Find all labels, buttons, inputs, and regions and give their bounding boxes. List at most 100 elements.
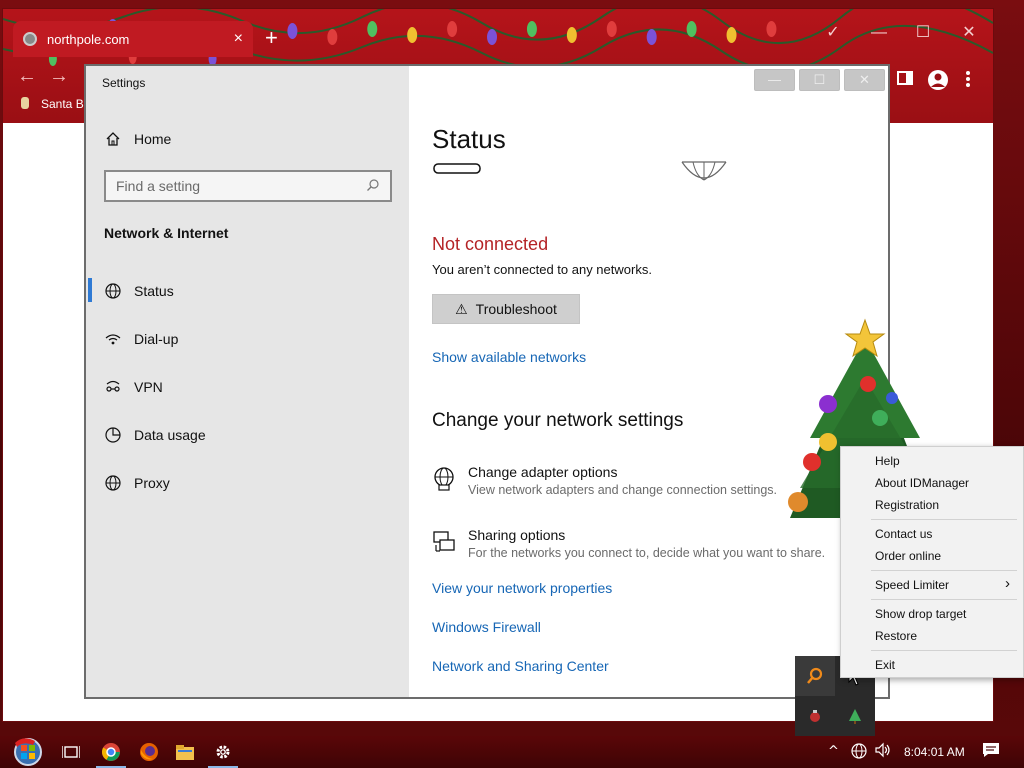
taskbar: ^ 8:04:01 AM [0, 736, 1024, 768]
settings-close-button[interactable]: ✕ [844, 69, 885, 91]
sharing-options[interactable]: Sharing options For the networks you con… [432, 527, 825, 560]
folder-icon [176, 745, 194, 760]
troubleshoot-button[interactable]: ⚠ Troubleshoot [432, 294, 580, 324]
taskbar-file-explorer[interactable] [166, 736, 204, 768]
tab-close-icon[interactable]: × [234, 30, 243, 48]
bookmark-icon [21, 97, 29, 109]
taskbar-firefox[interactable] [130, 736, 168, 768]
menu-separator [871, 519, 1017, 520]
sidebar-item-label: Dial-up [134, 331, 179, 347]
browser-maximize-button[interactable]: ☐ [901, 17, 945, 49]
chrome-icon [101, 743, 120, 761]
browser-tab-title: northpole.com [47, 31, 130, 47]
search-placeholder: Find a setting [116, 178, 201, 194]
browser-check-icon[interactable]: ✓ [811, 17, 855, 49]
forward-button[interactable]: → [49, 65, 69, 88]
bookmark-item[interactable]: Santa Bo [21, 97, 90, 111]
start-orb-icon [14, 738, 42, 766]
page-title: Status [432, 124, 506, 154]
settings-maximize-button[interactable]: ☐ [799, 69, 840, 91]
sidebar-item-home[interactable]: Home [104, 130, 171, 148]
settings-minimize-button[interactable]: — [754, 69, 795, 91]
browser-close-button[interactable]: ✕ [947, 17, 991, 49]
sidebar-item-proxy[interactable]: Proxy [104, 474, 170, 492]
menu-item-show-drop-target[interactable]: Show drop target [875, 607, 966, 621]
menu-item-restore[interactable]: Restore [875, 629, 917, 643]
home-icon [104, 130, 122, 148]
sharing-icon [432, 529, 458, 555]
taskbar-clock[interactable]: 8:04:01 AM [904, 745, 965, 759]
menu-item-speed-limiter[interactable]: Speed Limiter [875, 578, 949, 592]
firefox-icon [140, 743, 158, 761]
section-heading: Change your network settings [432, 410, 684, 431]
new-tab-button[interactable]: + [265, 25, 278, 51]
start-button[interactable] [8, 736, 48, 768]
menu-item-registration[interactable]: Registration [875, 498, 939, 512]
tree-tray-icon[interactable] [835, 696, 875, 736]
connection-status: Not connected [432, 234, 549, 254]
back-button[interactable]: ← [17, 65, 37, 88]
globe-network-icon [104, 282, 122, 300]
profile-avatar-icon[interactable] [927, 69, 949, 96]
task-view-button[interactable] [52, 736, 90, 768]
vpn-icon [104, 378, 122, 396]
find-setting-input[interactable]: Find a setting [104, 170, 392, 202]
sidebar-item-status[interactable]: Status [104, 282, 174, 300]
menu-separator [871, 650, 1017, 651]
sidebar-item-dial-up[interactable]: Dial-up [104, 330, 178, 348]
network-sharing-center-link[interactable]: Network and Sharing Center [432, 658, 609, 674]
option-description: For the networks you connect to, decide … [468, 546, 826, 560]
gear-icon [216, 745, 230, 759]
option-title: Change adapter options [468, 464, 618, 480]
menu-separator [871, 599, 1017, 600]
volume-icon[interactable] [874, 742, 892, 762]
globe-icon [104, 474, 122, 492]
view-network-properties-link[interactable]: View your network properties [432, 580, 612, 596]
menu-separator [871, 570, 1017, 571]
show-available-networks-link[interactable]: Show available networks [432, 349, 586, 365]
bookmark-label: Santa Bo [41, 97, 91, 111]
taskbar-chrome[interactable] [92, 736, 130, 768]
option-description: View network adapters and change connect… [468, 483, 777, 497]
data-usage-icon [104, 426, 122, 444]
sidebar-toggle-icon[interactable] [897, 71, 913, 90]
ornament-tray-icon[interactable] [795, 696, 835, 736]
search-icon [366, 178, 380, 195]
connection-status-description: You aren’t connected to any networks. [432, 262, 652, 277]
sidebar-item-data-usage[interactable]: Data usage [104, 426, 206, 444]
computer-icon [433, 163, 481, 174]
sidebar-item-label: Data usage [134, 427, 206, 443]
windows-firewall-link[interactable]: Windows Firewall [432, 619, 541, 635]
adapter-icon [432, 466, 458, 492]
network-globe-icon[interactable] [850, 742, 868, 764]
browser-tab[interactable]: northpole.com × [13, 21, 253, 57]
troubleshoot-label: Troubleshoot [475, 301, 557, 317]
idm-context-menu: Help About IDManager Registration Contac… [840, 446, 1024, 678]
sidebar-section-heading: Network & Internet [104, 225, 229, 241]
menu-item-contact-us[interactable]: Contact us [875, 527, 932, 541]
browser-menu-icon[interactable] [965, 71, 971, 92]
menu-item-help[interactable]: Help [875, 454, 900, 468]
dialup-icon [104, 330, 122, 348]
globe-illustration-icon [681, 161, 727, 181]
sidebar-item-vpn[interactable]: VPN [104, 378, 163, 396]
idm-tray-icon[interactable] [795, 656, 835, 696]
menu-item-about[interactable]: About IDManager [875, 476, 969, 490]
warning-icon: ⚠ [455, 300, 468, 317]
menu-item-order-online[interactable]: Order online [875, 549, 941, 563]
browser-minimize-button[interactable]: — [857, 17, 901, 49]
task-view-icon [62, 746, 80, 758]
active-item-indicator [88, 278, 92, 302]
sidebar-item-label: VPN [134, 379, 163, 395]
site-favicon-icon [23, 32, 37, 46]
change-adapter-options[interactable]: Change adapter options View network adap… [432, 464, 777, 497]
taskbar-settings[interactable] [204, 736, 242, 768]
submenu-arrow-icon: › [1005, 575, 1010, 592]
sidebar-item-label: Status [134, 283, 174, 299]
menu-item-exit[interactable]: Exit [875, 658, 895, 672]
sidebar-item-label: Home [134, 131, 172, 147]
action-center-icon[interactable] [982, 742, 1000, 762]
sidebar-item-label: Proxy [134, 475, 170, 491]
settings-window-title: Settings [102, 76, 146, 90]
show-hidden-icons-button[interactable]: ^ [828, 744, 839, 759]
